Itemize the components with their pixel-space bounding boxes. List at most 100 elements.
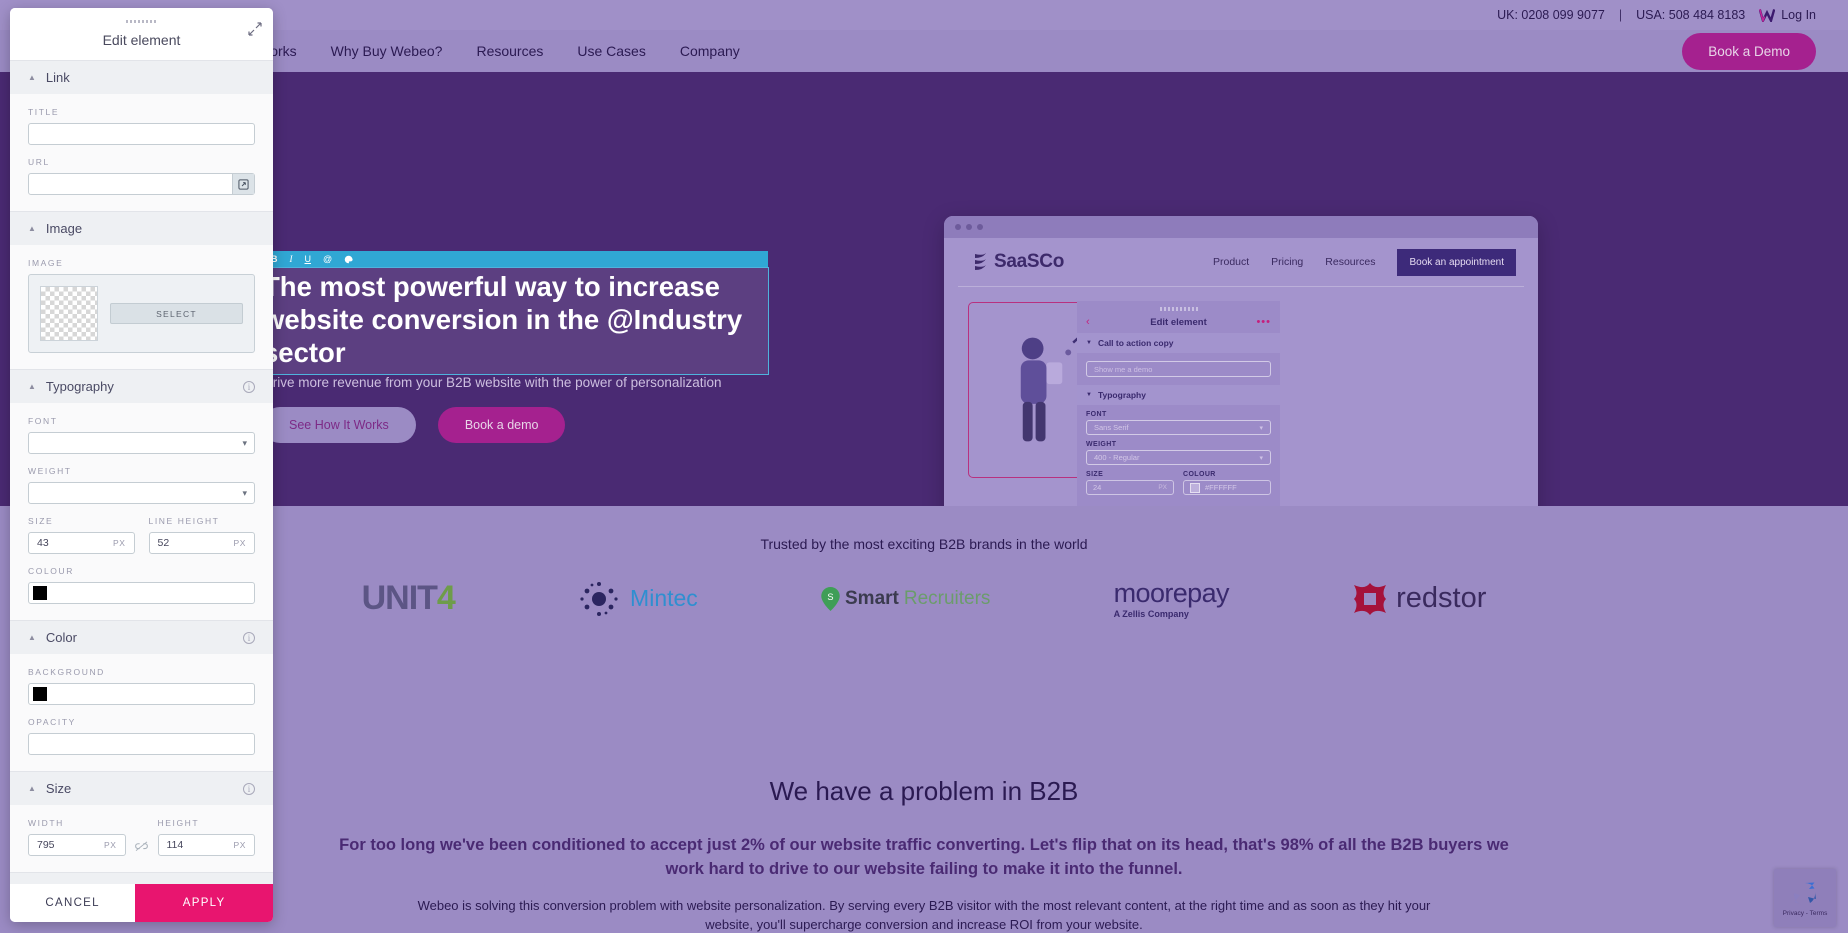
line-height-value: 52 bbox=[157, 537, 170, 549]
nav-item-why-buy-webeo[interactable]: Why Buy Webeo? bbox=[331, 43, 443, 59]
caret-up-icon: ▲ bbox=[28, 382, 36, 391]
recaptcha-icon bbox=[1793, 882, 1816, 905]
section-image[interactable]: ▲ Image bbox=[10, 211, 273, 245]
nav-item-use-cases[interactable]: Use Cases bbox=[577, 43, 645, 59]
height-label: HEIGHT bbox=[157, 818, 200, 828]
mockup-colour-value: #FFFFFF bbox=[1205, 483, 1237, 492]
nav-links: How It Works Why Buy Webeo? Resources Us… bbox=[214, 43, 740, 59]
utility-bar: UK: 0208 099 9077 | USA: 508 484 8183 Lo… bbox=[0, 0, 1848, 30]
font-select[interactable]: ▾ bbox=[28, 432, 255, 454]
apply-button[interactable]: APPLY bbox=[135, 884, 273, 922]
height-unit: PX bbox=[233, 840, 246, 850]
book-an-appointment-button[interactable]: Book an appointment bbox=[1397, 248, 1516, 276]
trusted-section: Trusted by the most exciting B2B brands … bbox=[0, 506, 1848, 776]
broken-link-icon[interactable] bbox=[135, 840, 149, 856]
logo-mintec: Mintec bbox=[578, 579, 698, 619]
chevron-down-icon: ▾ bbox=[1259, 424, 1263, 432]
width-input[interactable]: 795 PX bbox=[28, 834, 126, 856]
book-a-demo-hero-button[interactable]: Book a demo bbox=[437, 407, 566, 443]
mockup-colour-input[interactable]: #FFFFFF bbox=[1183, 480, 1271, 495]
saasco-name: SaaSCo bbox=[994, 251, 1065, 272]
mintec-text: Mintec bbox=[630, 585, 698, 611]
size-unit: PX bbox=[112, 538, 126, 548]
panel-scroll-area[interactable]: ▲ Link TITLE URL ▲ Image IMAGE SELECT ▲ … bbox=[10, 60, 273, 884]
section-typography[interactable]: ▲ Typography i bbox=[10, 369, 273, 403]
caret-up-icon: ▲ bbox=[28, 784, 36, 793]
italic-icon[interactable]: I bbox=[290, 255, 293, 264]
typography-colour-input[interactable] bbox=[28, 582, 255, 604]
chevron-down-icon: ▾ bbox=[242, 487, 247, 498]
background-swatch[interactable] bbox=[33, 687, 47, 701]
login-link[interactable]: Log In bbox=[1759, 8, 1816, 22]
cancel-button[interactable]: CANCEL bbox=[10, 884, 136, 922]
caret-up-icon: ▲ bbox=[28, 224, 36, 233]
link-url-row bbox=[28, 173, 255, 195]
colour-swatch[interactable] bbox=[33, 586, 47, 600]
palette-icon[interactable] bbox=[344, 255, 353, 264]
webeo-w-icon bbox=[1759, 9, 1776, 22]
external-link-icon[interactable] bbox=[232, 174, 254, 194]
size-input[interactable]: 43 PX bbox=[28, 532, 135, 554]
opacity-input[interactable] bbox=[28, 733, 255, 755]
panel-footer: CANCEL APPLY bbox=[10, 884, 273, 922]
mockup-weight-select[interactable]: 400 - Regular ▾ bbox=[1086, 450, 1271, 465]
section-spacing[interactable]: ▲ Spacing i bbox=[10, 872, 273, 884]
section-link[interactable]: ▲ Link bbox=[10, 60, 273, 94]
panel-drag-handle[interactable] bbox=[125, 20, 158, 23]
more-options-icon[interactable]: ••• bbox=[1256, 316, 1271, 328]
mockup-nav-product[interactable]: Product bbox=[1213, 256, 1249, 268]
saasco-logo: SaaSCo bbox=[972, 251, 1064, 273]
info-icon[interactable]: i bbox=[243, 782, 255, 795]
mockup-colour-label: COLOUR bbox=[1183, 471, 1216, 478]
screen: UK: 0208 099 9077 | USA: 508 484 8183 Lo… bbox=[0, 0, 1848, 933]
mockup-size-label: SIZE bbox=[1086, 471, 1104, 478]
link-url-label: URL bbox=[28, 157, 50, 167]
chevron-left-icon[interactable]: ‹ bbox=[1086, 316, 1090, 328]
mockup-nav-links: Product Pricing Resources Book an appoin… bbox=[1213, 248, 1516, 276]
chevron-down-icon: ▾ bbox=[1259, 454, 1263, 462]
rich-text-toolbar[interactable]: B I U @ bbox=[262, 251, 768, 268]
svg-text:S: S bbox=[827, 591, 833, 601]
image-select-button[interactable]: SELECT bbox=[110, 303, 243, 324]
section-size[interactable]: ▲ Size i bbox=[10, 771, 273, 805]
mockup-size-unit: PX bbox=[1158, 484, 1167, 491]
line-height-label: LINE HEIGHT bbox=[148, 516, 220, 526]
nav-item-company[interactable]: Company bbox=[680, 43, 740, 59]
recaptcha-caption: Privacy - Terms bbox=[1782, 909, 1828, 917]
line-height-input[interactable]: 52 PX bbox=[148, 532, 255, 554]
collapse-arrows-icon[interactable] bbox=[248, 22, 262, 36]
book-a-demo-button[interactable]: Book a Demo bbox=[1682, 32, 1816, 70]
mention-icon[interactable]: @ bbox=[323, 255, 332, 264]
mockup-nav-pricing[interactable]: Pricing bbox=[1271, 256, 1303, 268]
background-colour-input[interactable] bbox=[28, 683, 255, 705]
section-color[interactable]: ▲ Color i bbox=[10, 620, 273, 654]
link-url-input[interactable] bbox=[29, 174, 232, 194]
info-icon[interactable]: i bbox=[243, 631, 255, 644]
chevron-down-icon: ▼ bbox=[1086, 392, 1092, 398]
mockup-nav-resources[interactable]: Resources bbox=[1325, 256, 1375, 268]
mockup-size-input[interactable]: 24 PX bbox=[1086, 480, 1174, 495]
see-how-it-works-button[interactable]: See How It Works bbox=[262, 407, 416, 443]
section-link-label: Link bbox=[45, 70, 70, 85]
mockup-font-select[interactable]: Sans Serif ▾ bbox=[1086, 420, 1271, 435]
mockup-section-cta[interactable]: ▼ Call to action copy bbox=[1077, 333, 1280, 353]
redstor-text: redstor bbox=[1396, 582, 1487, 614]
hero-subheadline: Drive more revenue from your B2B website… bbox=[263, 375, 722, 390]
mockup-section-typography[interactable]: ▼ Typography bbox=[1077, 385, 1280, 405]
mockup-cta-input[interactable]: Show me a demo bbox=[1086, 361, 1271, 377]
colour-swatch[interactable] bbox=[1190, 482, 1200, 493]
weight-select[interactable]: ▾ bbox=[28, 482, 255, 504]
info-icon[interactable]: i bbox=[243, 883, 255, 884]
image-label: IMAGE bbox=[28, 258, 64, 268]
hero-cta-group: See How It Works Book a demo bbox=[262, 407, 566, 443]
height-input[interactable]: 114 PX bbox=[157, 834, 255, 856]
problem-section: We have a problem in B2B For too long we… bbox=[0, 776, 1848, 933]
info-icon[interactable]: i bbox=[243, 380, 255, 393]
nav-item-resources[interactable]: Resources bbox=[476, 43, 543, 59]
link-title-input[interactable] bbox=[28, 123, 255, 145]
recaptcha-badge[interactable]: Privacy - Terms bbox=[1774, 869, 1836, 927]
underline-icon[interactable]: U bbox=[305, 255, 312, 264]
mockup-weight-label: WEIGHT bbox=[1086, 441, 1117, 448]
hero-headline[interactable]: The most powerful way to increase websit… bbox=[263, 270, 763, 369]
width-value: 795 bbox=[37, 839, 55, 851]
